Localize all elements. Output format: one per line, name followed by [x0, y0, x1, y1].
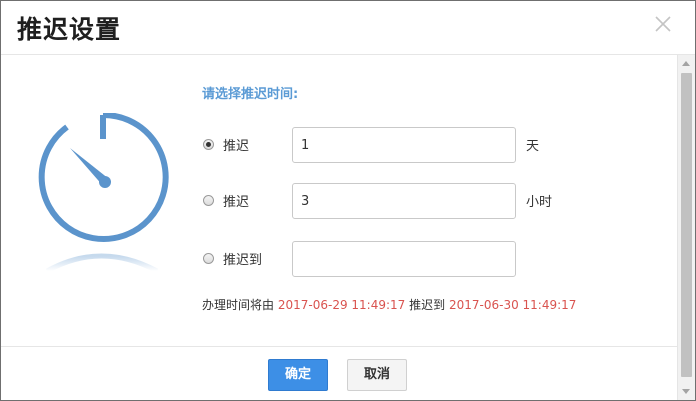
hours-input[interactable]	[292, 183, 516, 219]
option-label-hours: 推迟	[223, 195, 250, 210]
close-button[interactable]	[653, 14, 673, 34]
prompt-label: 请选择推迟时间:	[202, 87, 299, 102]
option-row-date: 推迟到	[202, 241, 582, 277]
unit-days: 天	[526, 139, 540, 154]
radio-date[interactable]	[203, 253, 214, 264]
info-prefix: 办理时间将由	[202, 298, 275, 312]
unit-hours: 小时	[526, 195, 553, 210]
info-from-time: 2017-06-29 11:49:17	[277, 298, 406, 312]
scroll-down-arrow-icon[interactable]	[682, 389, 690, 394]
radio-hours[interactable]	[203, 195, 214, 206]
info-middle: 推迟到	[409, 298, 446, 312]
option-row-hours: 推迟 小时	[202, 183, 582, 219]
confirm-button[interactable]: 确定	[268, 359, 328, 391]
radio-days[interactable]	[203, 139, 214, 150]
scroll-thumb[interactable]	[681, 73, 692, 377]
close-icon	[655, 16, 671, 32]
postpone-dialog: 推迟设置 请选择推迟时间: 推迟 1 天 推迟 3 小时 推迟到 办理时间将由 …	[0, 0, 696, 401]
dialog-title: 推迟设置	[17, 15, 122, 44]
option-label-days: 推迟	[223, 139, 250, 154]
cancel-button[interactable]: 取消	[347, 359, 407, 391]
schedule-info: 办理时间将由 2017-06-29 11:49:17 推迟到 2017-06-3…	[202, 296, 576, 313]
info-to-time: 2017-06-30 11:49:17	[448, 298, 577, 312]
stopwatch-icon	[38, 113, 169, 274]
vertical-scrollbar[interactable]	[677, 55, 695, 400]
date-input[interactable]	[292, 241, 516, 277]
option-row-days: 推迟 天	[202, 127, 582, 163]
days-input[interactable]	[292, 127, 516, 163]
dialog-body: 请选择推迟时间: 推迟 天 推迟 小时 推迟到 办理时间将由 2017-06-2…	[1, 55, 677, 346]
dialog-header: 推迟设置	[1, 1, 695, 55]
option-label-date: 推迟到	[223, 253, 263, 268]
dialog-footer: 确定 取消	[1, 346, 677, 400]
scroll-up-arrow-icon[interactable]	[682, 61, 690, 66]
